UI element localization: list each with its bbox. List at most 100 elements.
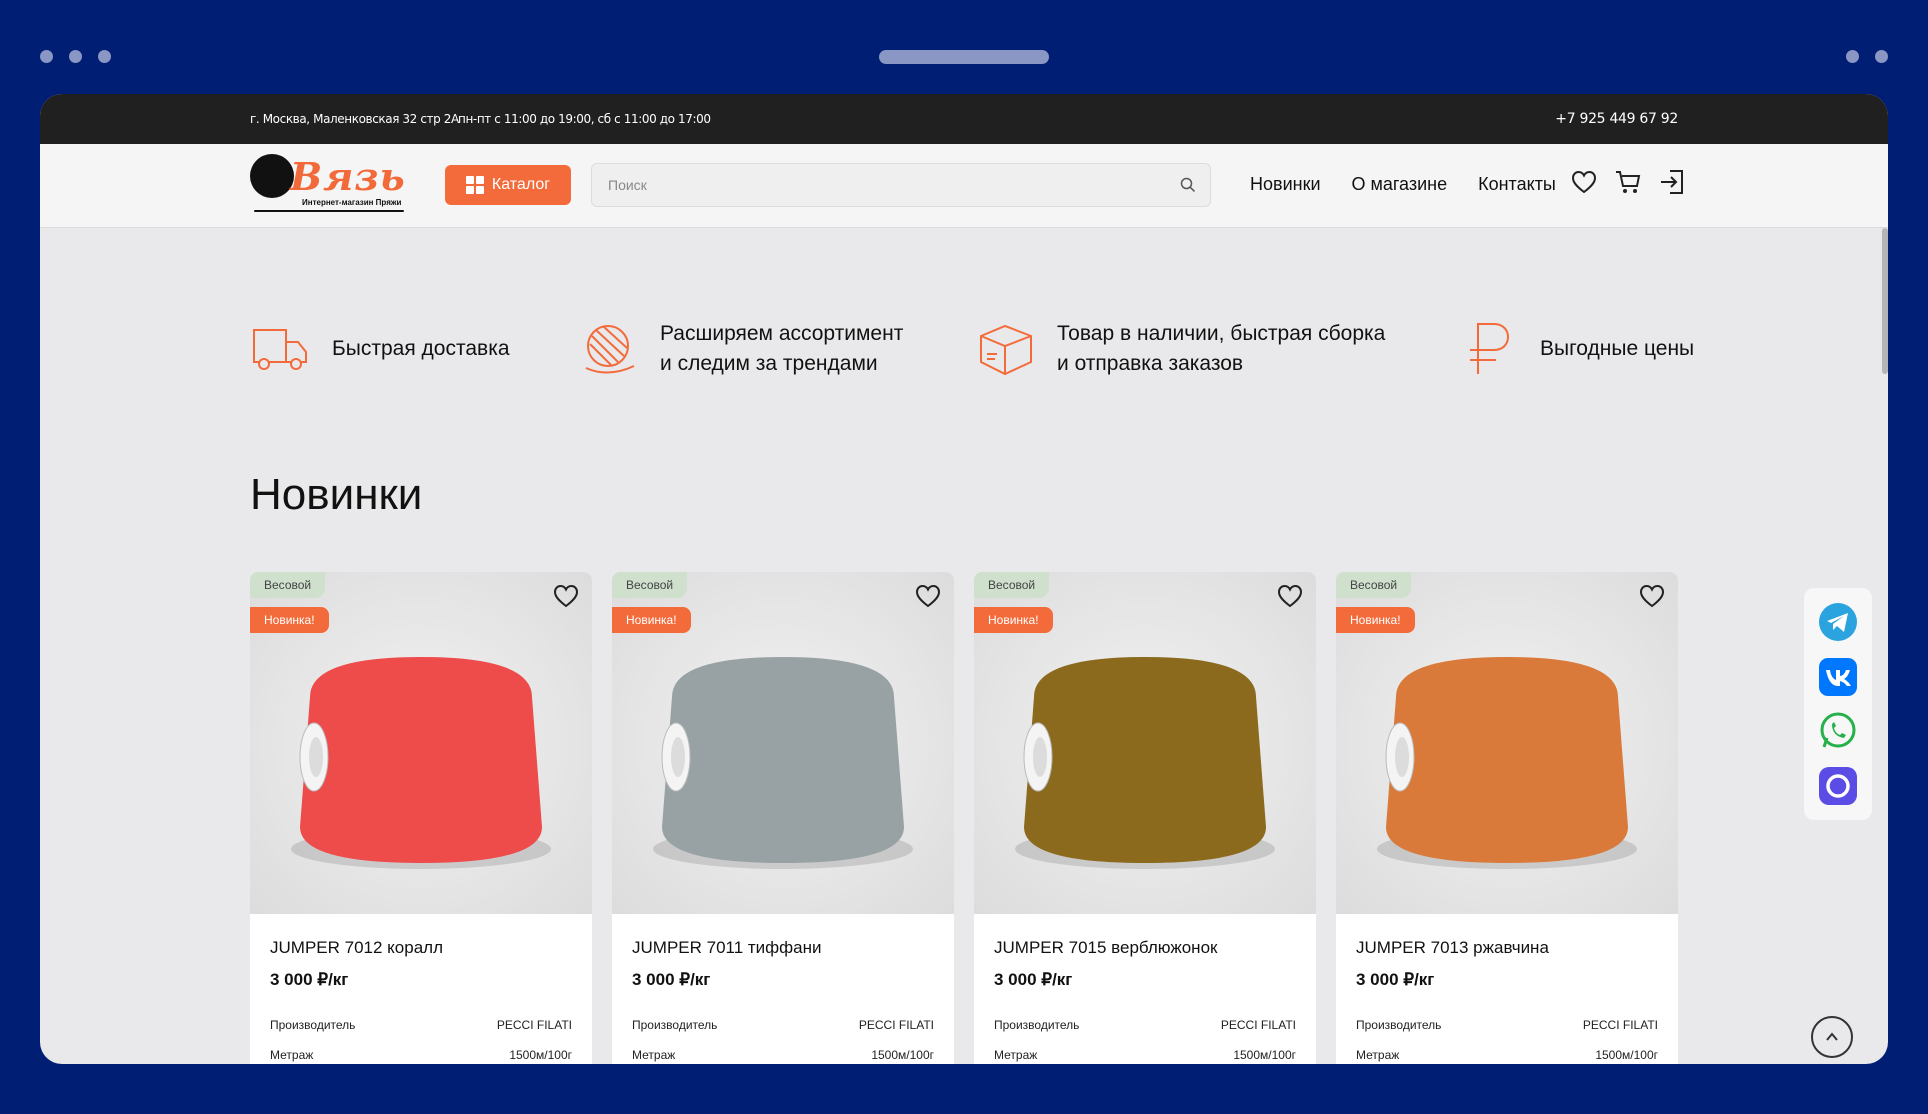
catalog-label: Каталог (491, 176, 551, 193)
product-price: 3 000 ₽/кг (270, 970, 349, 989)
feature-assortment-line1: Расширяем ассортимент (660, 322, 904, 345)
truck-icon (253, 329, 307, 370)
product-price: 3 000 ₽/кг (632, 970, 711, 989)
telegram-icon[interactable] (1817, 601, 1859, 643)
product-image[interactable]: Весовой Новинка! (1336, 572, 1678, 914)
length-label: Метраж (994, 1048, 1038, 1062)
favorite-heart-icon[interactable] (914, 582, 942, 610)
product-name[interactable]: JUMPER 7012 коралл (270, 938, 572, 958)
logo-thread (254, 210, 404, 212)
badge-new: Новинка! (250, 607, 329, 633)
window-dot (40, 50, 53, 63)
scroll-top-button[interactable] (1811, 1016, 1853, 1058)
window-dots-right (1846, 50, 1888, 63)
nav-item-about[interactable]: О магазине (1352, 174, 1448, 195)
product-card[interactable]: Весовой Новинка! JUMPER 7011 тиффани 3 0… (612, 572, 954, 1064)
feature-prices-line1: Выгодные цены (1540, 337, 1695, 360)
heart-icon[interactable] (1570, 168, 1598, 196)
page-viewport: г. Москва, Маленковская 32 стр 2А пн-пт … (40, 94, 1888, 1064)
maker-value: PECCI FILATI (1220, 1018, 1296, 1032)
length-label: Метраж (1356, 1048, 1400, 1062)
yarn-spool-image (1015, 657, 1275, 869)
product-image[interactable]: Весовой Новинка! (250, 572, 592, 914)
feature-delivery-line1: Быстрая доставка (332, 337, 510, 360)
product-image[interactable]: Весовой Новинка! (612, 572, 954, 914)
section-title: Новинки (250, 470, 423, 519)
yarn-spool-image (291, 657, 551, 869)
vk-icon[interactable] (1817, 656, 1859, 698)
feature-stock: Товар в наличии, быстрая сборка и отправ… (975, 318, 1385, 380)
store-hours: пн-пт с 11:00 до 19:00, сб с 11:00 до 17… (458, 112, 711, 126)
favorite-heart-icon[interactable] (1638, 582, 1666, 610)
logo-subtitle: Интернет-магазин Пряжи (302, 198, 402, 207)
header-actions (1570, 168, 1686, 196)
browser-frame: г. Москва, Маленковская 32 стр 2А пн-пт … (0, 0, 1928, 1114)
length-value: 1500м/100г (871, 1048, 934, 1062)
window-dot (1846, 50, 1859, 63)
favorite-heart-icon[interactable] (1276, 582, 1304, 610)
yarn-spool-image (1377, 657, 1637, 869)
address-bar[interactable] (879, 50, 1049, 64)
box-icon (980, 324, 1032, 376)
product-image[interactable]: Весовой Новинка! (974, 572, 1316, 914)
product-price: 3 000 ₽/кг (994, 970, 1073, 989)
search-input[interactable] (592, 164, 1210, 206)
social-widget (1804, 588, 1872, 820)
nav-item-new[interactable]: Новинки (1250, 174, 1321, 195)
maker-label: Производитель (994, 1018, 1080, 1032)
maker-value: PECCI FILATI (858, 1018, 934, 1032)
product-card[interactable]: Весовой Новинка! JUMPER 7015 верблюжонок… (974, 572, 1316, 1064)
favorite-heart-icon[interactable] (552, 582, 580, 610)
product-name[interactable]: JUMPER 7011 тиффани (632, 938, 934, 958)
site-logo[interactable]: Вязь Интернет-магазин Пряжи (250, 154, 414, 220)
maker-value: PECCI FILATI (1582, 1018, 1658, 1032)
logo-yarn-ball (250, 154, 294, 198)
feature-prices: Выгодные цены (1458, 318, 1694, 380)
feature-delivery: Быстрая доставка (250, 318, 510, 380)
window-dot (69, 50, 82, 63)
max-messenger-icon[interactable] (1817, 765, 1859, 807)
yarn-spool-image (653, 657, 913, 869)
feature-assortment-line2: и следим за трендами (660, 352, 878, 375)
maker-label: Производитель (1356, 1018, 1442, 1032)
top-info-bar: г. Москва, Маленковская 32 стр 2А пн-пт … (40, 94, 1888, 144)
catalog-button[interactable]: Каталог (445, 165, 571, 205)
product-price: 3 000 ₽/кг (1356, 970, 1435, 989)
whatsapp-icon[interactable] (1817, 710, 1859, 752)
feature-assortment: Расширяем ассортимент и следим за тренда… (578, 318, 903, 380)
length-label: Метраж (270, 1048, 314, 1062)
product-card[interactable]: Весовой Новинка! JUMPER 7013 ржавчина 3 … (1336, 572, 1678, 1064)
scrollbar[interactable] (1882, 228, 1888, 374)
badge-weight: Весовой (1336, 572, 1412, 598)
length-value: 1500м/100г (1233, 1048, 1296, 1062)
badge-weight: Весовой (974, 572, 1050, 598)
product-name[interactable]: JUMPER 7015 верблюжонок (994, 938, 1296, 958)
length-label: Метраж (632, 1048, 676, 1062)
phone-link[interactable]: +7 925 449 67 92 (1555, 111, 1678, 127)
badge-weight: Весовой (612, 572, 688, 598)
badge-new: Новинка! (612, 607, 691, 633)
maker-value: PECCI FILATI (496, 1018, 572, 1032)
product-grid: Весовой Новинка! JUMPER 7012 коралл 3 00… (250, 572, 1678, 1064)
ruble-icon (1470, 323, 1510, 374)
main-nav: Новинки О магазине Контакты (1250, 174, 1556, 195)
feature-stock-line2: и отправка заказов (1057, 352, 1244, 375)
maker-label: Производитель (270, 1018, 356, 1032)
grid-icon (465, 176, 484, 194)
badge-new: Новинка! (974, 607, 1053, 633)
window-dots-left (40, 50, 111, 63)
site-header: Вязь Интернет-магазин Пряжи Каталог Нови… (40, 144, 1888, 228)
chevron-up-icon (1826, 1032, 1838, 1041)
product-name[interactable]: JUMPER 7013 ржавчина (1356, 938, 1658, 958)
window-dot (1875, 50, 1888, 63)
nav-item-contacts[interactable]: Контакты (1478, 174, 1556, 195)
search-box (591, 163, 1211, 207)
length-value: 1500м/100г (1595, 1048, 1658, 1062)
product-card[interactable]: Весовой Новинка! JUMPER 7012 коралл 3 00… (250, 572, 592, 1064)
search-icon[interactable] (1180, 177, 1196, 193)
login-icon[interactable] (1658, 168, 1686, 196)
length-value: 1500м/100г (509, 1048, 572, 1062)
cart-icon[interactable] (1614, 168, 1642, 196)
feature-stock-line1: Товар в наличии, быстрая сборка (1057, 322, 1386, 345)
badge-new: Новинка! (1336, 607, 1415, 633)
